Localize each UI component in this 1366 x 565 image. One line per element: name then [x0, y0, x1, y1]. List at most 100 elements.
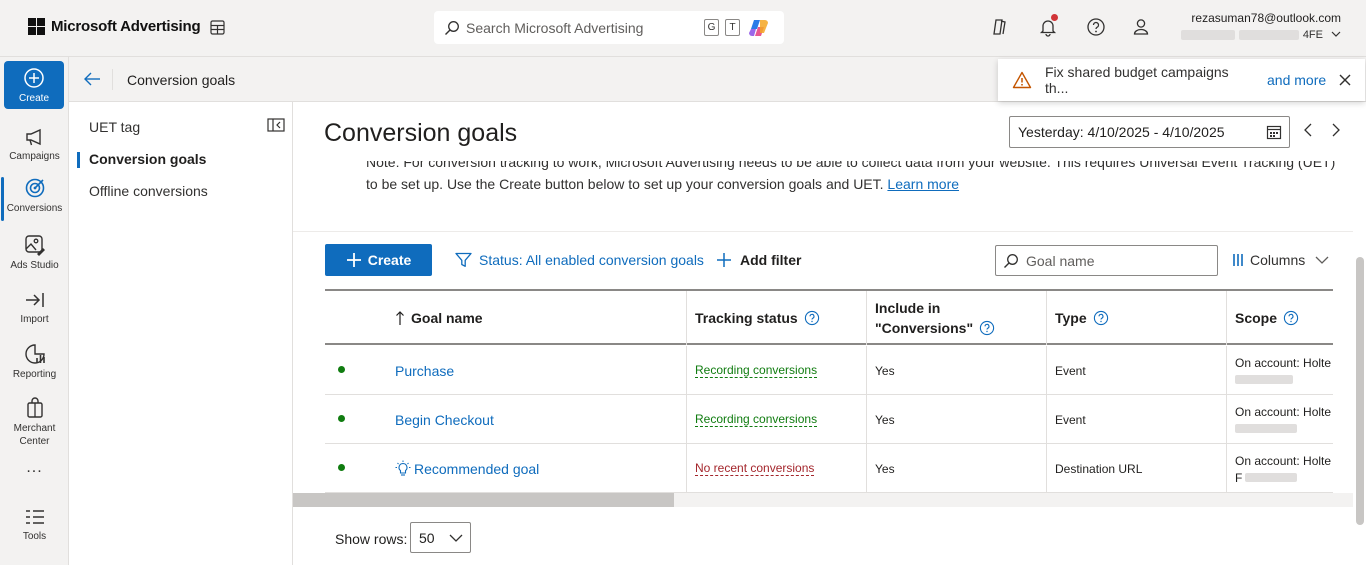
create-goal-button[interactable]: Create — [325, 244, 432, 276]
left-rail: Create Campaigns Conversions Ads Studio … — [0, 57, 69, 565]
secnav-item-uet-tag[interactable]: UET tag — [89, 119, 140, 135]
vertical-scrollbar[interactable] — [1353, 102, 1366, 565]
chevron-down-icon[interactable] — [1330, 28, 1342, 40]
add-filter-button[interactable]: Add filter — [716, 252, 801, 268]
target-icon — [25, 178, 44, 198]
scrollbar-thumb[interactable] — [1356, 257, 1364, 525]
tracking-status[interactable]: Recording conversions — [695, 412, 818, 427]
rail-create-label: Create — [18, 93, 49, 104]
plus-icon — [717, 253, 731, 267]
help-icon[interactable] — [1085, 16, 1107, 38]
tracking-status-cell: Recording conversions — [686, 346, 866, 395]
add-filter-label: Add filter — [740, 252, 802, 268]
tracking-status[interactable]: No recent conversions — [695, 461, 815, 476]
copilot-icon[interactable] — [748, 17, 770, 39]
table-row: Purchase Recording conversions Yes Event… — [325, 346, 1333, 395]
rail-item-conversions[interactable]: Conversions — [0, 177, 69, 221]
close-icon[interactable] — [1339, 74, 1351, 86]
image-edit-icon — [24, 235, 45, 256]
breadcrumb-title: Conversion goals — [127, 72, 236, 88]
tracking-status-cell: No recent conversions — [686, 444, 866, 493]
tools-list-icon — [25, 510, 44, 524]
help-circle-icon[interactable] — [804, 310, 820, 326]
secnav-item-offline-conversions[interactable]: Offline conversions — [89, 183, 208, 199]
chevron-left-icon[interactable] — [1303, 123, 1313, 137]
redacted-block — [1235, 423, 1297, 433]
rail-item-import[interactable]: Import — [0, 290, 69, 326]
search-placeholder: Search Microsoft Advertising — [466, 19, 644, 36]
scope-cell: On account: Holte — [1226, 395, 1333, 444]
shortcut-g-key: G — [704, 19, 719, 36]
rows-per-page-value: 50 — [419, 529, 435, 546]
table-view-icon[interactable] — [209, 19, 226, 36]
horizontal-scrollbar[interactable] — [293, 493, 1353, 507]
help-circle-icon[interactable] — [1093, 310, 1109, 326]
header-label-line: "Conversions" — [875, 320, 974, 336]
import-arrow-icon — [25, 293, 44, 307]
rail-item-tools[interactable]: Tools — [0, 507, 69, 543]
brand-name: Microsoft Advertising — [51, 18, 201, 35]
secnav-item-conversion-goals[interactable]: Conversion goals — [76, 151, 206, 168]
rail-item-campaigns[interactable]: Campaigns — [0, 127, 69, 163]
date-range-picker[interactable]: Yesterday: 4/10/2025 - 4/10/2025 — [1009, 116, 1290, 148]
create-goal-label: Create — [367, 252, 412, 268]
collapse-panel-icon[interactable] — [267, 118, 285, 132]
goal-link-label: Recommended goal — [414, 460, 540, 477]
status-dot — [338, 366, 345, 373]
columns-button[interactable]: Columns — [1232, 252, 1329, 268]
scope-text: On account: Holte — [1235, 404, 1332, 419]
rail-item-merchant-center[interactable]: Merchant Center — [0, 397, 69, 448]
header-goal-name[interactable]: Goal name — [387, 291, 686, 345]
rail-item-label: Import — [20, 314, 49, 325]
learn-more-link[interactable]: Learn more — [887, 176, 959, 192]
rail-item-label: Merchant Center — [13, 423, 56, 447]
toast-more-link[interactable]: and more — [1267, 72, 1326, 88]
page-title: Conversion goals — [324, 119, 518, 147]
status-dot — [338, 415, 345, 422]
megaphone-icon — [25, 128, 41, 146]
header-scope[interactable]: Scope — [1226, 291, 1333, 345]
back-arrow-icon[interactable] — [83, 71, 101, 87]
tips-icon[interactable] — [988, 16, 1010, 38]
header-tracking-status[interactable]: Tracking status — [686, 291, 866, 345]
rail-item-reporting[interactable]: Reporting — [0, 343, 69, 381]
rows-per-page-select[interactable]: 50 — [410, 522, 471, 553]
microsoft-advertising-logo[interactable]: Microsoft Advertising — [28, 18, 201, 35]
account-switcher[interactable]: rezasuman78@outlook.com 4FE — [1180, 11, 1341, 41]
redacted-block — [1245, 472, 1298, 482]
filter-funnel-icon — [455, 252, 472, 267]
goal-name-search-input[interactable]: Goal name — [995, 245, 1218, 276]
scope-cell: On account: Holte — [1226, 346, 1333, 395]
goal-link[interactable]: Recommended goal — [395, 460, 539, 478]
status-filter[interactable]: Status: All enabled conversion goals — [455, 252, 704, 268]
help-circle-icon[interactable] — [1283, 310, 1299, 326]
header-include-in-conversions[interactable]: Include in "Conversions" — [866, 291, 1046, 345]
header-label-line: Include in — [875, 300, 941, 316]
scrollbar-thumb[interactable] — [293, 493, 674, 507]
chevron-down-icon — [1315, 256, 1329, 264]
goal-link[interactable]: Begin Checkout — [395, 412, 494, 428]
user-avatar-icon[interactable] — [1130, 16, 1152, 38]
notifications-bell-icon[interactable] — [1037, 14, 1059, 38]
header-label: Goal name — [411, 310, 483, 326]
chevron-right-icon[interactable] — [1331, 123, 1341, 137]
global-search[interactable]: Search Microsoft Advertising G T — [434, 11, 784, 44]
rail-item-ads-studio[interactable]: Ads Studio — [0, 234, 69, 272]
tracking-status[interactable]: Recording conversions — [695, 363, 818, 378]
note-text-line2: to be set up. Use the Create button belo… — [366, 176, 884, 192]
toast-message[interactable]: Fix shared budget campaigns th... — [1045, 64, 1255, 96]
rail-item-label: Conversions — [6, 203, 63, 214]
rail-create-button[interactable]: Create — [4, 61, 64, 109]
more-ellipsis-icon: ... — [26, 459, 43, 476]
goal-name-cell: Begin Checkout — [387, 395, 686, 444]
shortcut-t-key: T — [725, 19, 740, 36]
conversion-note: Note: For conversion tracking to work, M… — [293, 161, 1353, 197]
include-cell: Yes — [866, 346, 1046, 395]
search-icon — [1004, 253, 1018, 268]
help-circle-icon[interactable] — [979, 320, 995, 336]
rail-more-button[interactable]: ... — [0, 459, 69, 476]
microsoft-logo-icon — [28, 18, 45, 35]
header-type[interactable]: Type — [1046, 291, 1226, 345]
warning-triangle-icon — [1012, 71, 1032, 89]
goal-link[interactable]: Purchase — [395, 363, 454, 379]
